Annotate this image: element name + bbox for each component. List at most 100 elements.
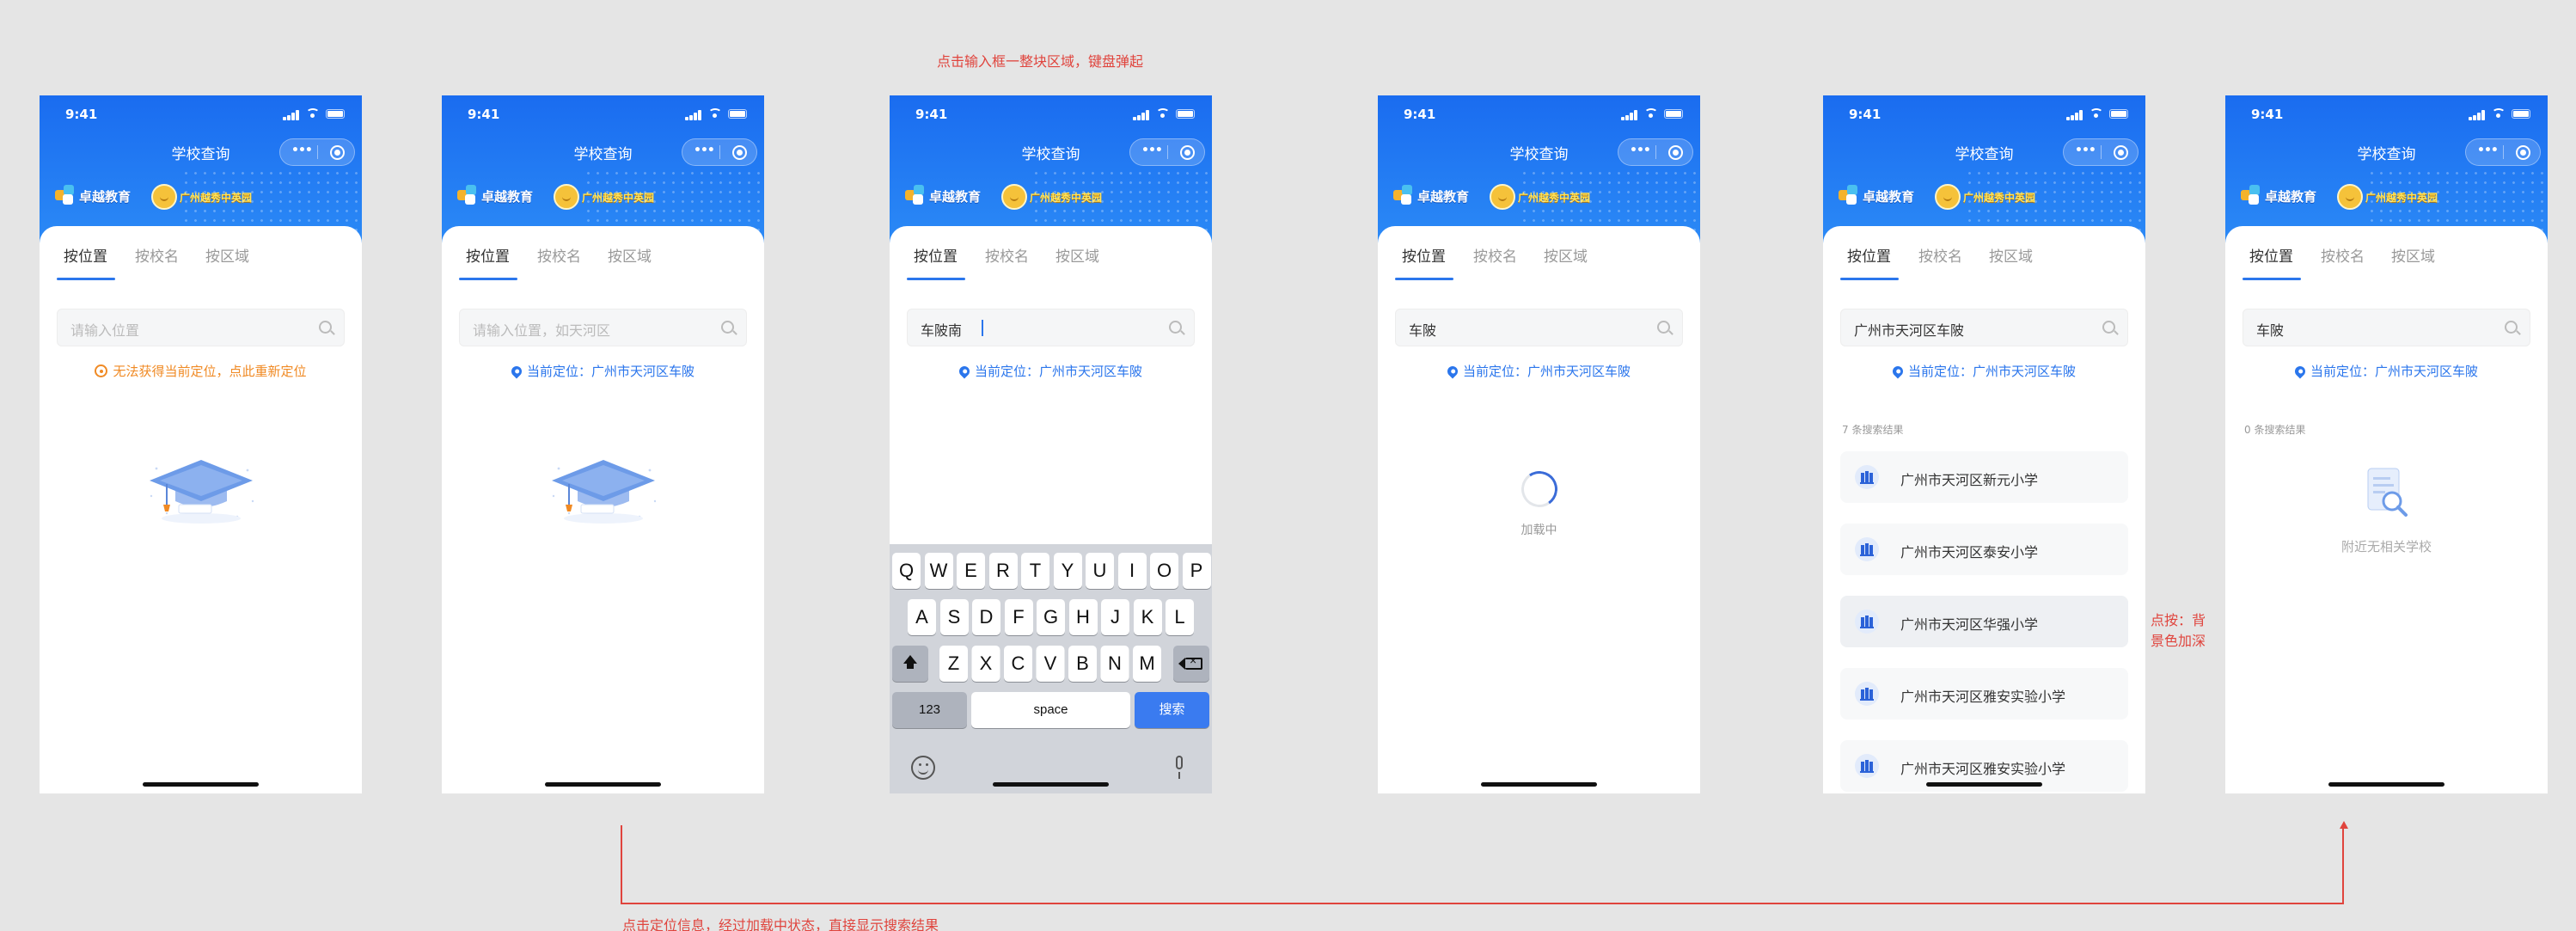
more-menu-icon[interactable]: •••	[1141, 144, 1163, 157]
school-icon	[1855, 609, 1879, 634]
more-menu-icon[interactable]: •••	[2477, 144, 2499, 157]
key-v[interactable]: V	[1036, 646, 1065, 682]
current-location[interactable]: 当前定位：广州市天河区车陂	[1378, 362, 1700, 380]
current-location[interactable]: 当前定位：广州市天河区车陂	[890, 362, 1212, 380]
search-icon[interactable]	[1169, 321, 1182, 334]
tab-name[interactable]: 按校名	[1473, 244, 1517, 266]
relocate-link[interactable]: 无法获得当前定位，点此重新定位	[40, 362, 362, 380]
phone-screen-1: 9:41 学校查询 ••• 卓越教育 广州越秀中英园 按位置 按校名 按区域 请输入…	[40, 95, 362, 793]
more-menu-icon[interactable]: •••	[1630, 144, 1651, 157]
signal-icon	[2469, 110, 2486, 120]
school-list-item[interactable]: 广州市天河区泰安小学	[1840, 524, 2128, 575]
close-miniprogram-icon[interactable]	[1180, 145, 1195, 160]
shift-icon	[903, 655, 917, 669]
key-z[interactable]: Z	[939, 646, 968, 682]
search-input[interactable]: 请输入位置	[57, 309, 345, 346]
key-r[interactable]: R	[988, 553, 1018, 589]
space-key[interactable]: space	[971, 692, 1130, 728]
current-location[interactable]: 当前定位：广州市天河区车陂	[1823, 362, 2145, 380]
key-p[interactable]: P	[1182, 553, 1211, 589]
key-g[interactable]: G	[1037, 599, 1065, 635]
tab-area[interactable]: 按区域	[205, 244, 249, 266]
search-input[interactable]: 广州市天河区车陂	[1840, 309, 2128, 346]
key-m[interactable]: M	[1133, 646, 1161, 682]
key-h[interactable]: H	[1068, 599, 1098, 635]
key-y[interactable]: Y	[1053, 553, 1082, 589]
flow-line-horizontal	[621, 903, 2342, 904]
search-icon[interactable]	[721, 321, 734, 334]
school-list-item[interactable]: 广州市天河区华强小学	[1840, 596, 2128, 647]
key-j[interactable]: J	[1101, 599, 1129, 635]
key-k[interactable]: K	[1133, 599, 1162, 635]
tab-name[interactable]: 按校名	[135, 244, 179, 266]
key-n[interactable]: N	[1100, 646, 1129, 682]
wifi-icon	[1644, 108, 1658, 119]
school-list-item[interactable]: 广州市天河区新元小学	[1840, 451, 2128, 503]
tab-area[interactable]: 按区域	[2391, 244, 2435, 266]
search-input[interactable]: 车陂	[1395, 309, 1683, 346]
flow-arrow-head	[2340, 821, 2348, 829]
close-miniprogram-icon[interactable]	[2516, 145, 2530, 160]
close-miniprogram-icon[interactable]	[2114, 145, 2128, 160]
key-b[interactable]: B	[1068, 646, 1097, 682]
key-x[interactable]: X	[971, 646, 1000, 682]
search-icon[interactable]	[1657, 321, 1670, 334]
tab-location[interactable]: 按位置	[2249, 244, 2293, 266]
school-name: 广州市天河区新元小学	[1900, 472, 2039, 488]
key-w[interactable]: W	[924, 553, 953, 589]
close-miniprogram-icon[interactable]	[1668, 145, 1683, 160]
key-a[interactable]: A	[908, 599, 936, 635]
tab-area[interactable]: 按区域	[1055, 244, 1099, 266]
status-time: 9:41	[468, 107, 500, 122]
key-u[interactable]: U	[1086, 553, 1114, 589]
tab-area[interactable]: 按区域	[1989, 244, 2033, 266]
key-o[interactable]: O	[1150, 553, 1178, 589]
more-menu-icon[interactable]: •••	[291, 144, 313, 157]
microphone-icon[interactable]	[1173, 756, 1185, 780]
key-i[interactable]: I	[1117, 553, 1147, 589]
location-pin-icon	[509, 364, 524, 379]
emoji-icon[interactable]	[911, 756, 935, 780]
search-icon[interactable]	[2102, 321, 2115, 334]
tab-area[interactable]: 按区域	[608, 244, 652, 266]
annotation-keyboard: 点击输入框一整块区域，键盘弹起	[937, 53, 1144, 70]
tab-location[interactable]: 按位置	[1847, 244, 1891, 266]
tab-name[interactable]: 按校名	[2321, 244, 2365, 266]
tab-indicator	[459, 278, 517, 280]
shift-key[interactable]	[892, 646, 928, 682]
tab-name[interactable]: 按校名	[1918, 244, 1962, 266]
key-d[interactable]: D	[972, 599, 1000, 635]
current-location[interactable]: 当前定位：广州市天河区车陂	[2225, 362, 2548, 380]
tab-location[interactable]: 按位置	[64, 244, 107, 266]
search-key[interactable]: 搜索	[1135, 692, 1209, 728]
school-list-item[interactable]: 广州市天河区雅安实验小学	[1840, 668, 2128, 720]
key-l[interactable]: L	[1166, 599, 1194, 635]
tab-location[interactable]: 按位置	[466, 244, 510, 266]
search-input[interactable]: 车陂	[2243, 309, 2530, 346]
empty-state-text: 附近无相关学校	[2340, 539, 2432, 554]
tab-location[interactable]: 按位置	[914, 244, 958, 266]
tab-name[interactable]: 按校名	[537, 244, 581, 266]
numbers-key[interactable]: 123	[892, 692, 967, 728]
tab-area[interactable]: 按区域	[1544, 244, 1588, 266]
brand-name: 卓越教育	[481, 189, 534, 205]
key-f[interactable]: F	[1004, 599, 1033, 635]
key-c[interactable]: C	[1004, 646, 1032, 682]
close-miniprogram-icon[interactable]	[330, 145, 345, 160]
search-icon[interactable]	[2505, 321, 2518, 334]
wifi-icon	[1156, 108, 1170, 119]
key-e[interactable]: E	[957, 553, 985, 589]
key-q[interactable]: Q	[892, 553, 921, 589]
current-location[interactable]: 当前定位：广州市天河区车陂	[442, 362, 764, 380]
search-icon[interactable]	[319, 321, 332, 334]
more-menu-icon[interactable]: •••	[2075, 144, 2096, 157]
more-menu-icon[interactable]: •••	[694, 144, 715, 157]
key-s[interactable]: S	[939, 599, 969, 635]
close-miniprogram-icon[interactable]	[732, 145, 747, 160]
tab-name[interactable]: 按校名	[985, 244, 1029, 266]
key-t[interactable]: T	[1021, 553, 1049, 589]
tab-location[interactable]: 按位置	[1402, 244, 1446, 266]
search-input[interactable]: 车陂南	[907, 309, 1195, 346]
backspace-key[interactable]	[1173, 646, 1209, 682]
search-input[interactable]: 请输入位置，如天河区	[459, 309, 747, 346]
